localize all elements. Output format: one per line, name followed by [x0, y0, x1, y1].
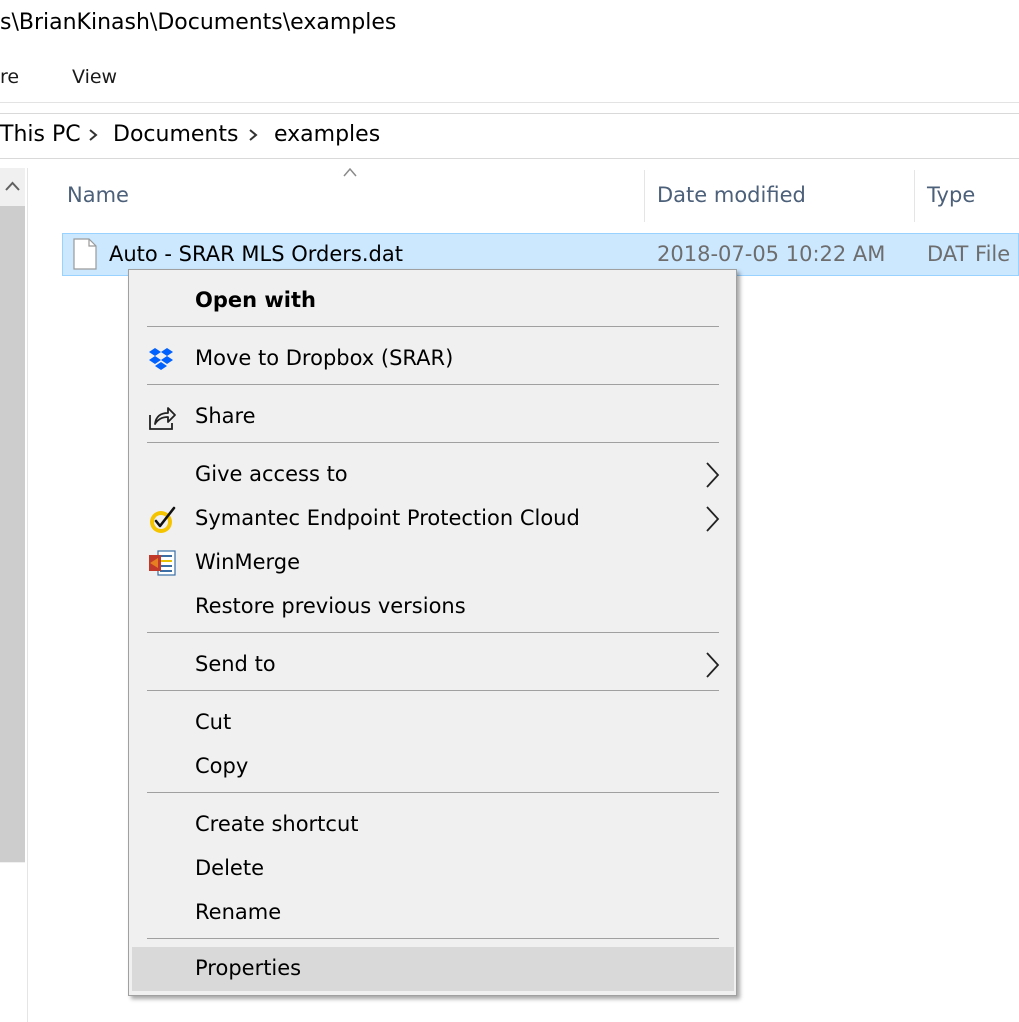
submenu-arrow-icon: [706, 506, 720, 532]
menu-item-label: Symantec Endpoint Protection Cloud: [195, 506, 580, 530]
submenu-arrow-icon: [706, 462, 720, 488]
menu-item-copy[interactable]: Copy: [129, 745, 736, 789]
menu-separator: [147, 938, 719, 939]
menu-item-create-shortcut[interactable]: Create shortcut: [129, 803, 736, 847]
winmerge-icon: [149, 550, 176, 576]
breadcrumb-examples[interactable]: examples: [274, 122, 380, 147]
menu-item-label: Properties: [195, 956, 302, 980]
menu-separator: [147, 792, 719, 793]
menu-item-label: Copy: [195, 754, 249, 778]
share-icon: [149, 407, 176, 430]
menu-separator: [147, 384, 719, 385]
column-divider[interactable]: [644, 170, 645, 222]
menu-item-symantec[interactable]: Symantec Endpoint Protection Cloud: [129, 497, 736, 541]
menu-item-give-access-to[interactable]: Give access to: [129, 453, 736, 497]
menu-item-label: Give access to: [195, 462, 348, 486]
symantec-icon: [150, 506, 176, 533]
chevron-right-icon[interactable]: [246, 128, 260, 142]
ribbon-tab-share[interactable]: re: [0, 66, 19, 88]
menu-item-label: Cut: [195, 710, 232, 734]
file-date-modified: 2018-07-05 10:22 AM: [657, 242, 886, 266]
file-type: DAT File: [927, 242, 1011, 266]
breadcrumb-this-pc[interactable]: This PC: [0, 122, 81, 147]
menu-item-rename[interactable]: Rename: [129, 891, 736, 935]
menu-item-label: WinMerge: [195, 550, 300, 574]
dropbox-icon: [149, 348, 173, 370]
file-name[interactable]: Auto - SRAR MLS Orders.dat: [109, 242, 403, 266]
context-menu: Open with Move to Dropbox (SRAR) Share G…: [128, 269, 737, 996]
menu-item-properties[interactable]: Properties: [132, 947, 734, 991]
menu-item-label: Restore previous versions: [195, 594, 466, 618]
ribbon-tab-view[interactable]: View: [72, 66, 117, 88]
menu-separator: [147, 632, 719, 633]
menu-item-share[interactable]: Share: [129, 395, 736, 439]
column-header-name[interactable]: Name: [67, 183, 129, 207]
menu-item-label: Open with: [195, 288, 316, 312]
scrollbar-thumb[interactable]: [0, 206, 25, 862]
menu-separator: [147, 326, 719, 327]
menu-item-label: Move to Dropbox (SRAR): [195, 346, 454, 370]
column-divider[interactable]: [914, 170, 915, 222]
menu-item-move-to-dropbox[interactable]: Move to Dropbox (SRAR): [129, 337, 736, 381]
menu-item-label: Delete: [195, 856, 264, 880]
submenu-arrow-icon: [706, 652, 720, 678]
file-icon: [73, 238, 97, 270]
sort-ascending-icon: [343, 167, 357, 177]
ribbon: [0, 52, 1019, 103]
menu-item-label: Send to: [195, 652, 276, 676]
menu-item-send-to[interactable]: Send to: [129, 643, 736, 687]
menu-separator: [147, 442, 719, 443]
title-bar: s\BrianKinash\Documents\examples: [0, 0, 1019, 52]
menu-item-label: Rename: [195, 900, 282, 924]
chevron-up-icon: [5, 181, 20, 191]
scroll-up-button[interactable]: [0, 168, 25, 204]
pane-divider: [27, 168, 28, 1022]
column-header-type[interactable]: Type: [927, 183, 975, 207]
window-title: s\BrianKinash\Documents\examples: [0, 10, 397, 35]
breadcrumb-documents[interactable]: Documents: [113, 122, 238, 147]
menu-item-delete[interactable]: Delete: [129, 847, 736, 891]
menu-item-winmerge[interactable]: WinMerge: [129, 541, 736, 585]
menu-item-open-with[interactable]: Open with: [129, 279, 736, 323]
menu-separator: [147, 690, 719, 691]
column-header-date-modified[interactable]: Date modified: [657, 183, 806, 207]
menu-item-label: Share: [195, 404, 256, 428]
chevron-right-icon[interactable]: [86, 128, 100, 142]
menu-item-restore-previous-versions[interactable]: Restore previous versions: [129, 585, 736, 629]
menu-item-cut[interactable]: Cut: [129, 701, 736, 745]
menu-item-label: Create shortcut: [195, 812, 359, 836]
